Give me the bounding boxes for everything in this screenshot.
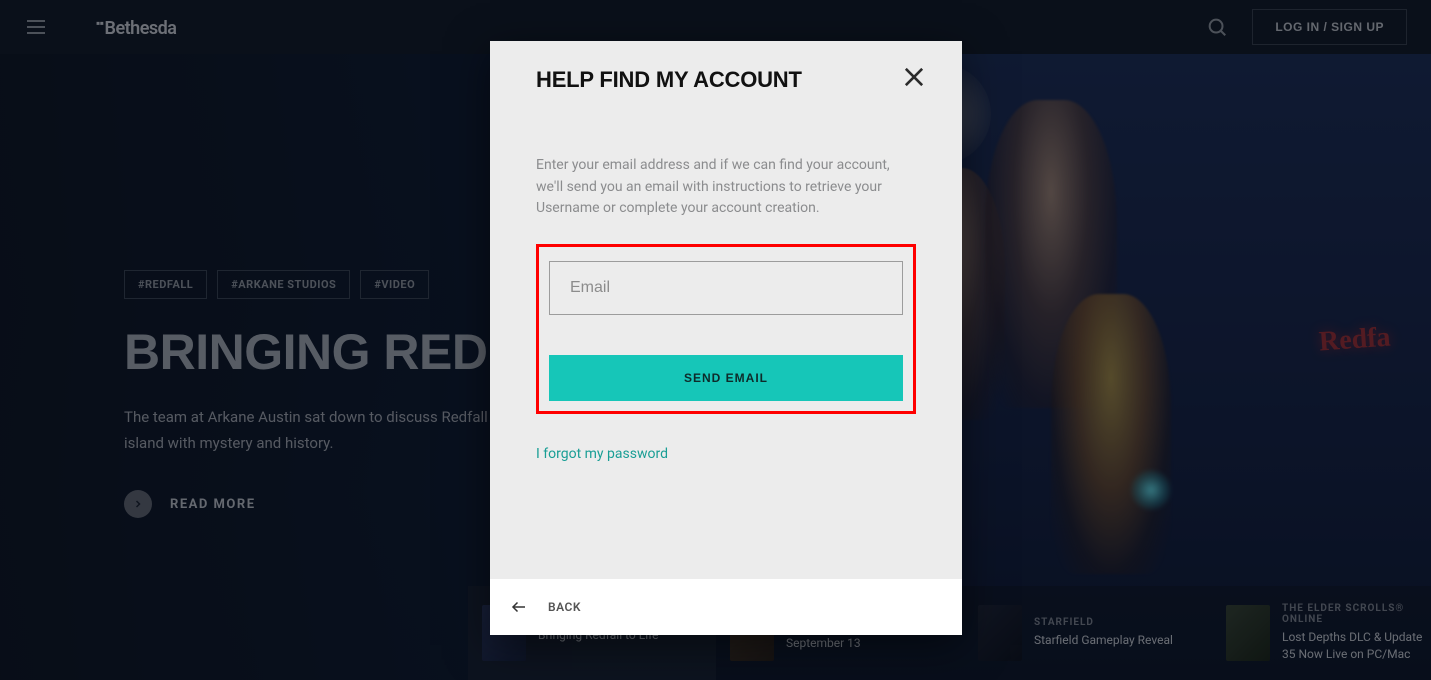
modal-title: HELP FIND MY ACCOUNT bbox=[536, 67, 916, 93]
send-email-button[interactable]: SEND EMAIL bbox=[549, 355, 903, 401]
modal-description: Enter your email address and if we can f… bbox=[536, 155, 916, 220]
forgot-password-link[interactable]: I forgot my password bbox=[536, 446, 668, 462]
back-label: BACK bbox=[548, 600, 581, 614]
close-icon[interactable] bbox=[900, 63, 928, 91]
highlight-box: SEND EMAIL bbox=[536, 244, 916, 414]
modal-body: HELP FIND MY ACCOUNT Enter your email ad… bbox=[490, 41, 962, 579]
arrow-left-icon bbox=[510, 598, 528, 616]
find-account-modal: HELP FIND MY ACCOUNT Enter your email ad… bbox=[490, 41, 962, 635]
back-button[interactable]: BACK bbox=[490, 579, 962, 635]
email-field[interactable] bbox=[549, 261, 903, 315]
